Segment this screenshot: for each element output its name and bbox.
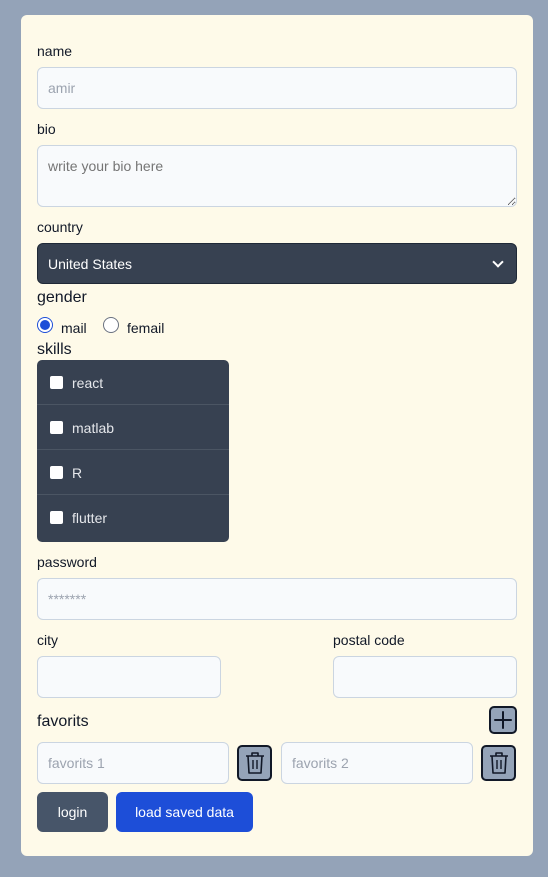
- gender-label: gender: [37, 289, 87, 306]
- favorite-2-placeholder: favorits 2: [292, 755, 349, 771]
- country-selected-value: United States: [48, 255, 133, 272]
- skill-label-r: R: [72, 465, 83, 481]
- country-label: country: [37, 219, 83, 235]
- skill-checkbox-react[interactable]: [50, 376, 63, 389]
- login-button[interactable]: login: [37, 792, 108, 832]
- skill-checkbox-r[interactable]: [50, 466, 63, 479]
- delete-favorite-2-button[interactable]: [481, 745, 516, 781]
- skill-item-matlab[interactable]: matlab: [37, 405, 229, 450]
- bio-label: bio: [37, 121, 56, 137]
- trash-icon: [489, 752, 508, 774]
- form-card: name amir bio country United States gend…: [21, 15, 533, 856]
- skills-list: react matlab R flutter: [37, 360, 229, 542]
- plus-icon: [494, 711, 512, 729]
- postal-code-input[interactable]: [333, 656, 517, 698]
- skill-item-flutter[interactable]: flutter: [37, 495, 229, 540]
- skill-label-react: react: [72, 375, 104, 391]
- bio-textarea[interactable]: [37, 145, 517, 207]
- load-saved-data-button[interactable]: load saved data: [116, 792, 253, 832]
- city-input[interactable]: [37, 656, 221, 698]
- name-value: amir: [48, 80, 76, 96]
- favorite-1-placeholder: favorits 1: [48, 755, 105, 771]
- gender-option-femail-label: femail: [127, 320, 165, 336]
- country-select[interactable]: United States: [37, 243, 517, 284]
- city-label: city: [37, 632, 58, 648]
- trash-icon: [245, 752, 264, 774]
- gender-option-mail-label: mail: [61, 320, 87, 336]
- name-label: name: [37, 43, 73, 59]
- gender-radio-mail[interactable]: [37, 317, 53, 333]
- skill-item-r[interactable]: R: [37, 450, 229, 495]
- password-input[interactable]: *******: [37, 578, 517, 620]
- delete-favorite-1-button[interactable]: [237, 745, 272, 781]
- name-input[interactable]: amir: [37, 67, 517, 109]
- password-label: password: [37, 554, 97, 570]
- skill-checkbox-matlab[interactable]: [50, 421, 63, 434]
- skill-checkbox-flutter[interactable]: [50, 511, 63, 524]
- skill-label-flutter: flutter: [72, 510, 108, 526]
- chevron-down-icon: [492, 255, 504, 268]
- favorite-input-1[interactable]: favorits 1: [37, 742, 229, 784]
- favorites-label: favorits: [37, 713, 89, 730]
- favorite-input-2[interactable]: favorits 2: [281, 742, 473, 784]
- skill-item-react[interactable]: react: [37, 360, 229, 405]
- password-value: *******: [48, 591, 87, 607]
- postal-code-label: postal code: [333, 632, 405, 648]
- skill-label-matlab: matlab: [72, 420, 115, 436]
- skills-label: skills: [37, 341, 72, 358]
- add-favorite-button[interactable]: [489, 706, 517, 734]
- gender-radio-femail[interactable]: [103, 317, 119, 333]
